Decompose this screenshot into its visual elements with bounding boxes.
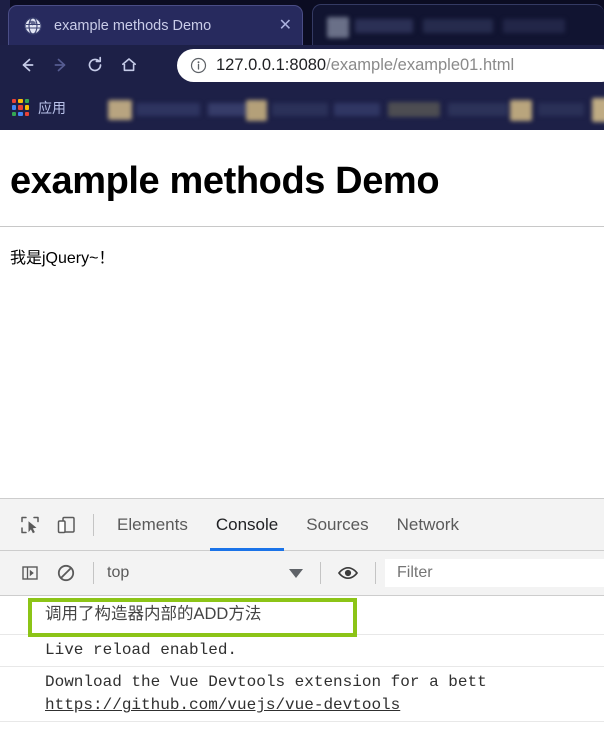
page-paragraph: 我是jQuery~！	[10, 250, 115, 267]
home-icon[interactable]	[112, 48, 146, 82]
navigation-toolbar: 127.0.0.1:8080/example/example01.html	[0, 45, 604, 85]
console-sidebar-icon[interactable]	[12, 555, 48, 591]
console-messages: 调用了构造器内部的ADD方法 Live reload enabled. Down…	[0, 596, 604, 738]
bookmark-item[interactable]	[592, 98, 604, 122]
blurred-tab-title	[503, 19, 565, 33]
console-message-row[interactable]: 调用了构造器内部的ADD方法	[0, 596, 604, 635]
devtools-tabbar: Elements Console Sources Network	[0, 499, 604, 551]
blurred-tab-title	[355, 19, 413, 33]
bookmarks-bar: 应用	[0, 85, 604, 130]
bookmark-item[interactable]	[388, 102, 440, 117]
globe-icon	[23, 16, 42, 35]
live-expression-eye-icon[interactable]	[330, 555, 366, 591]
console-context-select[interactable]: top	[103, 558, 311, 588]
toolbar-divider	[320, 562, 321, 584]
bookmark-item[interactable]	[272, 103, 328, 116]
browser-tab-inactive[interactable]	[312, 4, 604, 45]
tab-elements[interactable]: Elements	[103, 499, 202, 551]
bookmark-item[interactable]	[334, 103, 380, 116]
tab-strip: example methods Demo ✕	[0, 0, 604, 45]
console-message-link[interactable]: https://github.com/vuejs/vue-devtools	[45, 694, 604, 717]
browser-chrome: example methods Demo ✕ 127.0.0.1:8080/ex…	[0, 0, 604, 130]
console-message-row[interactable]: Download the Vue Devtools extension for …	[0, 667, 604, 723]
close-icon[interactable]: ✕	[279, 17, 292, 34]
bookmark-item[interactable]	[448, 103, 508, 116]
browser-window: example methods Demo ✕ 127.0.0.1:8080/ex…	[0, 0, 604, 738]
bookmark-item[interactable]	[510, 100, 532, 121]
bookmark-item[interactable]	[108, 100, 132, 120]
blurred-favicon	[327, 17, 349, 38]
tab-sources[interactable]: Sources	[292, 499, 382, 551]
toolbar-divider	[93, 513, 94, 536]
reload-icon[interactable]	[78, 48, 112, 82]
toolbar-divider	[375, 562, 376, 584]
bookmark-item[interactable]	[136, 103, 200, 116]
browser-tab-active[interactable]: example methods Demo ✕	[8, 5, 303, 45]
address-bar[interactable]: 127.0.0.1:8080/example/example01.html	[177, 49, 604, 82]
inspect-element-icon[interactable]	[12, 507, 48, 543]
page-viewport: example methods Demo 我是jQuery~！	[0, 130, 604, 498]
device-toolbar-icon[interactable]	[48, 507, 84, 543]
apps-label[interactable]: 应用	[38, 98, 66, 118]
info-circle-icon[interactable]	[189, 57, 207, 74]
url-host: 127.0.0.1:8080	[216, 56, 327, 74]
tab-console[interactable]: Console	[202, 499, 292, 551]
bookmark-item[interactable]	[246, 100, 267, 121]
page-title: example methods Demo	[10, 160, 440, 202]
page-divider	[0, 226, 604, 227]
blurred-tab-title	[423, 19, 493, 33]
bookmark-items	[100, 85, 604, 130]
chevron-down-icon[interactable]	[289, 568, 303, 578]
address-bar-url: 127.0.0.1:8080/example/example01.html	[216, 56, 514, 75]
clear-console-icon[interactable]	[48, 555, 84, 591]
console-message-row[interactable]: Live reload enabled.	[0, 635, 604, 668]
url-path: /example/example01.html	[326, 56, 515, 74]
console-message-text: Download the Vue Devtools extension for …	[45, 673, 487, 692]
apps-grid-icon[interactable]	[12, 99, 29, 116]
toolbar-divider	[93, 562, 94, 584]
devtools-panel: Elements Console Sources Network top Fil…	[0, 498, 604, 738]
tab-title: example methods Demo	[54, 17, 212, 34]
console-filter-input[interactable]	[385, 559, 604, 587]
forward-arrow-icon[interactable]	[44, 48, 78, 82]
tab-network[interactable]: Network	[383, 499, 473, 551]
bookmark-item[interactable]	[538, 103, 584, 116]
console-context-value: top	[107, 564, 130, 581]
back-arrow-icon[interactable]	[10, 48, 44, 82]
console-toolbar: top	[0, 551, 604, 596]
